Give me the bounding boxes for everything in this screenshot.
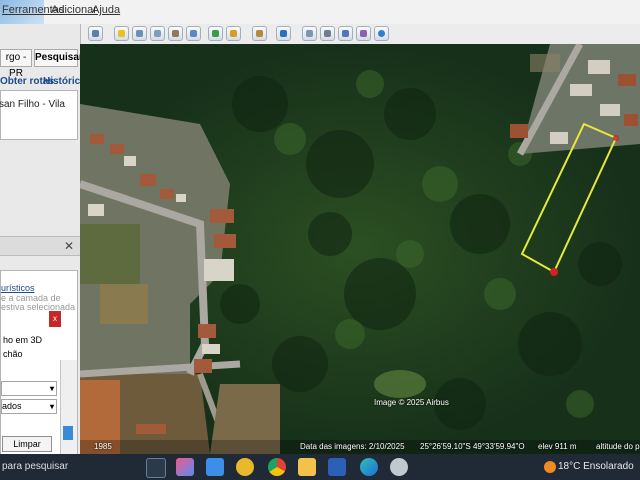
settings-icon[interactable] [236,458,254,476]
imagery-date: Data das imagens: 2/10/2025 [300,442,405,451]
satellite-imagery [80,44,640,454]
layers-header: ✕ [0,236,80,256]
email-icon[interactable] [302,26,317,41]
taskbar-search[interactable]: para pesquisar [0,454,138,480]
sidebar-scrollbar[interactable] [60,360,77,454]
layer-item-ground[interactable]: chão [3,349,23,359]
task-view-icon[interactable] [146,458,166,478]
word-icon[interactable] [328,458,346,476]
chevron-down-icon: ▾ [49,384,54,393]
copilot-icon[interactable] [176,458,194,476]
save-image-icon[interactable] [338,26,353,41]
layer-hint-2: estiva selecionada [1,302,76,312]
search-button[interactable]: Pesquisar [34,49,80,67]
edge-icon[interactable] [360,458,378,476]
history-link[interactable]: Histórico [43,76,80,87]
coordinates: 25°26'59.10"S 49°33'59.94"O [420,442,525,451]
sunlight-icon[interactable] [226,26,241,41]
imagery-year[interactable]: 1985 [94,442,112,451]
elevation: elev 911 m [538,442,577,451]
plot-vertex-icon[interactable] [613,135,619,141]
polygon-icon[interactable] [132,26,147,41]
search-result-panel: san Filho - Vila [0,90,78,140]
path-icon[interactable] [150,26,165,41]
tour-icon[interactable] [186,26,201,41]
menu-adicionar[interactable]: Adicionar [51,4,97,16]
close-icon[interactable]: ✕ [64,239,74,253]
plot-marker-icon[interactable] [550,268,558,276]
historical-imagery-icon[interactable] [208,26,223,41]
overlay-icon[interactable] [168,26,183,41]
search-result-text[interactable]: san Filho - Vila [0,99,65,110]
maps-icon[interactable] [356,26,371,41]
weather-text[interactable]: 18°C Ensolarado [558,461,640,472]
dropdown-1[interactable]: ▾ [1,381,57,396]
menu-ajuda[interactable]: Ajuda [92,4,120,16]
store-icon[interactable] [206,458,224,476]
google-earth-icon[interactable] [390,458,408,476]
map-view[interactable]: Image © 2025 Airbus 1985 Data das imagen… [80,44,640,454]
menu-bar: Ferramentas Adicionar Ajuda [0,0,640,25]
weather-icon[interactable] [544,461,556,473]
search-input[interactable]: rgo - PR [0,49,32,79]
ruler-icon[interactable] [276,26,291,41]
file-explorer-icon[interactable] [298,458,316,476]
clear-button[interactable]: Limpar [2,436,52,452]
chevron-down-icon: ▾ [49,402,54,411]
layer-item-tourism[interactable]: urísticos [1,283,35,293]
dropdown-2[interactable]: ados ▾ [1,399,57,414]
earth-icon[interactable] [374,26,389,41]
placemark-icon[interactable] [114,26,129,41]
sidebar: rgo - PR Pesquisar Obter rotas Histórico… [0,24,81,454]
taskbar-search-placeholder: para pesquisar [2,461,69,472]
planet-icon[interactable] [252,26,267,41]
print-icon[interactable] [320,26,335,41]
layer-item-3d[interactable]: ho em 3D [3,335,42,345]
chrome-icon[interactable] [268,458,286,476]
image-credit: Image © 2025 Airbus [374,398,449,407]
scrollbar-thumb[interactable] [63,426,73,440]
sidebar-toggle-icon[interactable] [88,26,103,41]
eye-altitude: altitude do p [596,442,640,451]
taskbar: para pesquisar 18°C Ensolarado [0,454,640,480]
toolbar [80,24,640,45]
remove-icon[interactable]: x [49,311,61,327]
